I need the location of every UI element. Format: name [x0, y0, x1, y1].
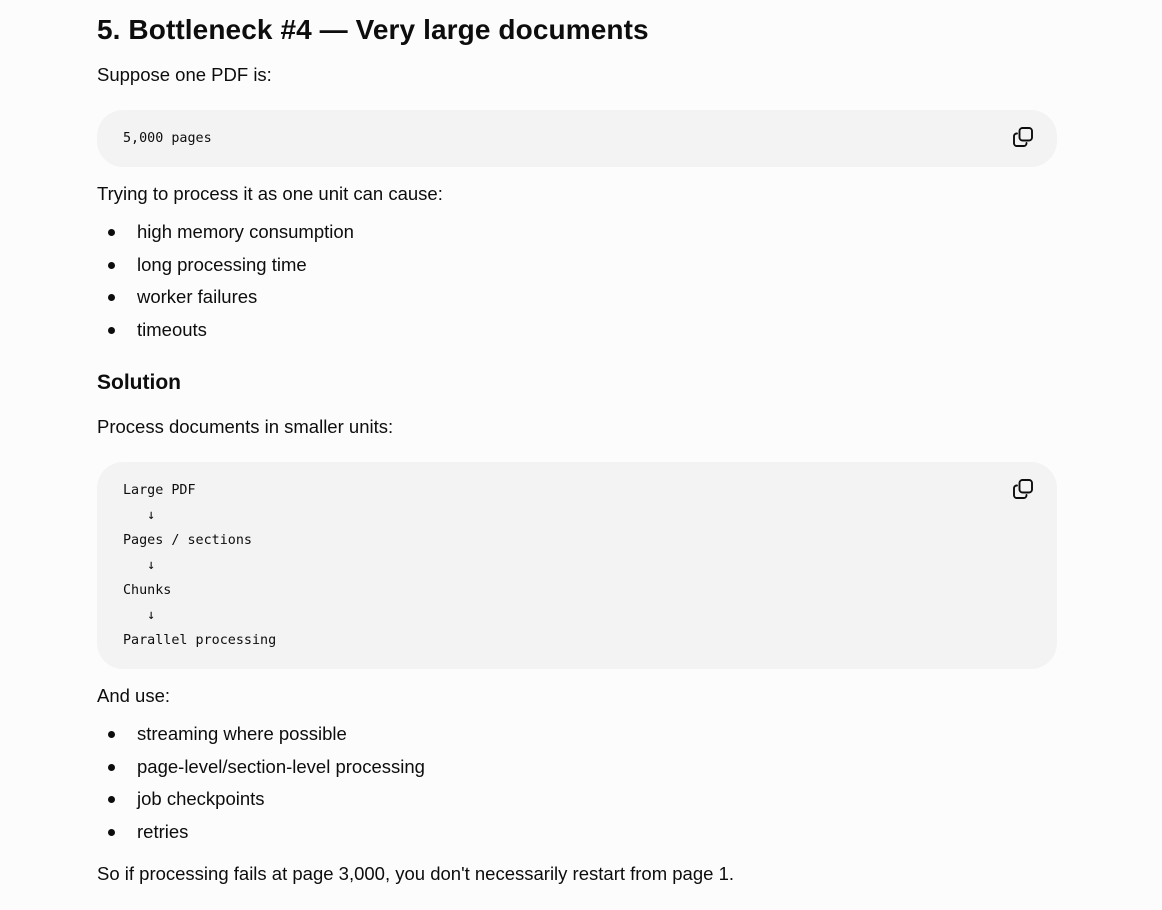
list-item-text: timeouts — [137, 318, 207, 340]
use-intro-text: And use: — [97, 685, 171, 706]
section-heading: 5. Bottleneck #4 — Very large documents — [97, 14, 649, 45]
list-item: long processing time — [97, 249, 354, 282]
bullet-icon — [108, 763, 115, 771]
code-block-pages: 5,000 pages — [97, 110, 1057, 167]
list-item: page-level/section-level processing — [97, 751, 425, 784]
bullet-icon — [108, 828, 115, 836]
bullet-icon — [108, 731, 115, 738]
code-text[interactable]: 5,000 pages — [123, 126, 212, 151]
problem-intro-text: Trying to process it as one unit can cau… — [97, 183, 443, 204]
use-list: streaming where possible page-level/sect… — [97, 718, 425, 848]
list-item-text: high memory consumption — [137, 221, 354, 242]
list-item: timeouts — [97, 314, 354, 347]
list-item: retries — [97, 816, 425, 849]
copy-icon[interactable] — [1011, 125, 1035, 149]
bullet-icon — [108, 294, 115, 301]
list-item: worker failures — [97, 281, 354, 314]
list-item-text: long processing time — [137, 253, 307, 275]
bullet-icon — [108, 229, 115, 236]
list-item-text: retries — [137, 820, 189, 842]
conclusion-text: So if processing fails at page 3,000, yo… — [97, 863, 734, 884]
intro-text: Suppose one PDF is: — [97, 64, 272, 85]
code-block-flow: Large PDF ↓ Pages / sections ↓ Chunks ↓ … — [97, 462, 1057, 669]
list-item-text: job checkpoints — [137, 788, 265, 809]
list-item-text: worker failures — [137, 286, 258, 307]
list-item: job checkpoints — [97, 783, 425, 816]
solution-intro-text: Process documents in smaller units: — [97, 416, 394, 437]
code-text[interactable]: Large PDF ↓ Pages / sections ↓ Chunks ↓ … — [123, 478, 276, 653]
bullet-icon — [108, 261, 115, 269]
list-item-text: streaming where possible — [137, 723, 347, 744]
bullet-icon — [108, 796, 115, 803]
problem-list: high memory consumption long processing … — [97, 216, 354, 346]
bullet-icon — [108, 326, 115, 334]
list-item-text: page-level/section-level processing — [137, 755, 425, 777]
list-item: streaming where possible — [97, 718, 425, 751]
solution-heading: Solution — [97, 371, 181, 394]
copy-icon[interactable] — [1011, 477, 1035, 501]
list-item: high memory consumption — [97, 216, 354, 249]
